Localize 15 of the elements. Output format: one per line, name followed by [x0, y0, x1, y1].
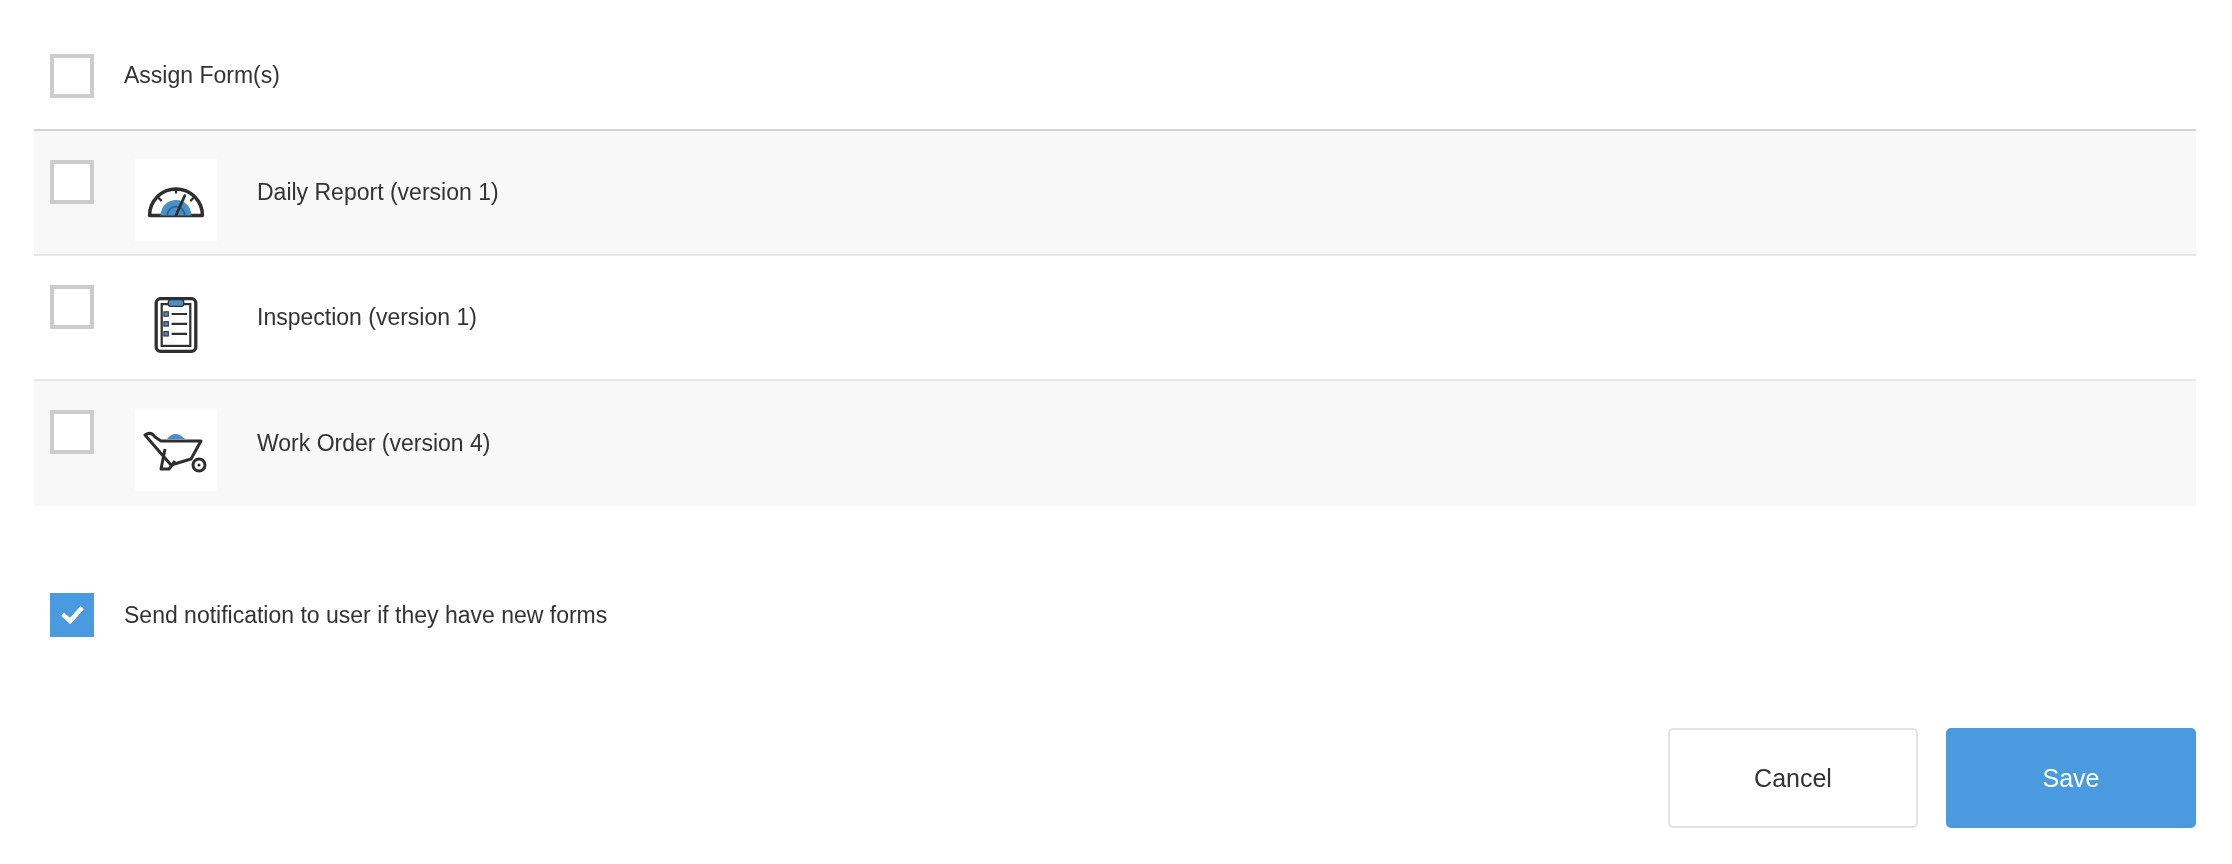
checkbox[interactable] [50, 53, 94, 98]
checkbox[interactable] [50, 410, 94, 454]
wheelbarrow-icon [135, 409, 217, 491]
form-row[interactable]: Work Order (version 4) [34, 381, 2196, 506]
form-row[interactable]: Daily Report (version 1) [34, 131, 2196, 256]
header-label: Assign Form(s) [124, 62, 280, 89]
form-name: Inspection (version 1) [257, 304, 477, 331]
form-name: Work Order (version 4) [257, 430, 491, 457]
checkbox[interactable] [50, 160, 94, 204]
form-name: Daily Report (version 1) [257, 179, 499, 206]
gauge-icon [135, 159, 217, 241]
cancel-button[interactable]: Cancel [1668, 728, 1918, 828]
checkbox[interactable] [50, 285, 94, 329]
checkbox[interactable] [50, 593, 94, 637]
notification-label: Send notification to user if they have new forms [124, 601, 608, 629]
